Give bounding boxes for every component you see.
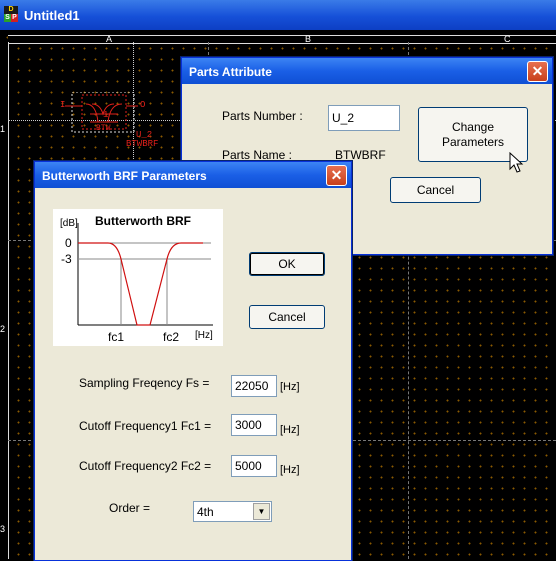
part-pin-label: 1 [103, 110, 109, 120]
graph-tick-fc1: fc1 [108, 330, 125, 344]
change-parameters-label: Change Parameters [441, 119, 505, 149]
cutoff2-unit: [Hz] [280, 464, 300, 476]
cancel-label: Cancel [416, 183, 455, 197]
cutoff1-field[interactable]: 3000 [231, 414, 277, 436]
graph-tick-3db: -3 [61, 252, 72, 266]
cancel-button[interactable]: Cancel [390, 177, 481, 203]
close-icon: ✕ [531, 63, 544, 79]
brf-curve [78, 242, 203, 326]
butterworth-brf-title: Butterworth BRF Parameters [42, 169, 207, 183]
svg-text:BTW: BTW [96, 124, 111, 133]
column-ruler: A B C [8, 34, 556, 44]
parts-attribute-title: Parts Attribute [189, 65, 272, 79]
order-select-value: 4th [197, 505, 214, 519]
cutoff2-field[interactable]: 5000 [231, 455, 277, 477]
cancel-button[interactable]: Cancel [249, 305, 325, 329]
row-1-label: 1 [0, 124, 6, 134]
brf-response-graph: [dB] Butterworth BRF 0 -3 fc1 fc2 [Hz] [53, 209, 223, 346]
ok-button[interactable]: OK [249, 252, 325, 276]
row-3-label: 3 [0, 524, 6, 534]
filter-part-symbol[interactable]: BTW I O 1 U_2 BTWBRF [60, 91, 160, 154]
chevron-down-icon[interactable]: ▼ [253, 503, 270, 520]
parts-attribute-titlebar: Parts Attribute ✕ [182, 58, 552, 84]
parts-name-value: BTWBRF [335, 148, 386, 162]
window-title: Untitled1 [24, 8, 80, 23]
parts-number-label: Parts Number : [222, 109, 303, 123]
column-b-label: B [305, 34, 312, 44]
graph-tick-fc2: fc2 [163, 330, 180, 344]
close-button[interactable]: ✕ [527, 61, 548, 82]
close-icon: ✕ [330, 167, 343, 183]
app-icon: D S P [4, 6, 18, 24]
cutoff1-label: Cutoff Frequency1 Fc1 = [79, 419, 212, 433]
column-a-label: A [106, 34, 113, 44]
app-icon-letter-d: D [4, 6, 18, 14]
graph-title: Butterworth BRF [95, 214, 191, 228]
mouse-cursor-icon [509, 152, 524, 173]
sampling-frequency-label: Sampling Freqency Fs = [79, 376, 210, 390]
app-icon-letter-p: P [11, 14, 18, 22]
graph-ylabel: [dB] [60, 218, 78, 229]
cutoff1-unit: [Hz] [280, 424, 300, 436]
part-name-label: BTWBRF [126, 139, 159, 149]
column-c-label: C [504, 34, 511, 44]
cancel-label: Cancel [268, 310, 306, 324]
brf-response-plot [77, 223, 213, 326]
app-icon-letter-s: S [4, 14, 11, 22]
sampling-frequency-field[interactable]: 22050 [231, 375, 277, 397]
order-label: Order = [109, 501, 151, 515]
ok-label: OK [278, 257, 296, 271]
part-input-label: I [60, 100, 66, 110]
cutoff2-label: Cutoff Frequency2 Fc2 = [79, 459, 212, 473]
order-select[interactable]: 4th ▼ [193, 501, 272, 522]
butterworth-brf-titlebar: Butterworth BRF Parameters ✕ [35, 162, 351, 188]
graph-xunit: [Hz] [195, 330, 213, 341]
parts-number-field[interactable]: U_2 [328, 105, 400, 131]
row-2-label: 2 [0, 324, 6, 334]
close-button[interactable]: ✕ [326, 165, 347, 186]
graph-tick-0db: 0 [65, 236, 72, 250]
main-titlebar: D S P Untitled1 [0, 0, 556, 30]
sampling-frequency-unit: [Hz] [280, 381, 300, 393]
part-output-label: O [140, 100, 146, 110]
parts-name-label: Parts Name : [222, 148, 293, 162]
